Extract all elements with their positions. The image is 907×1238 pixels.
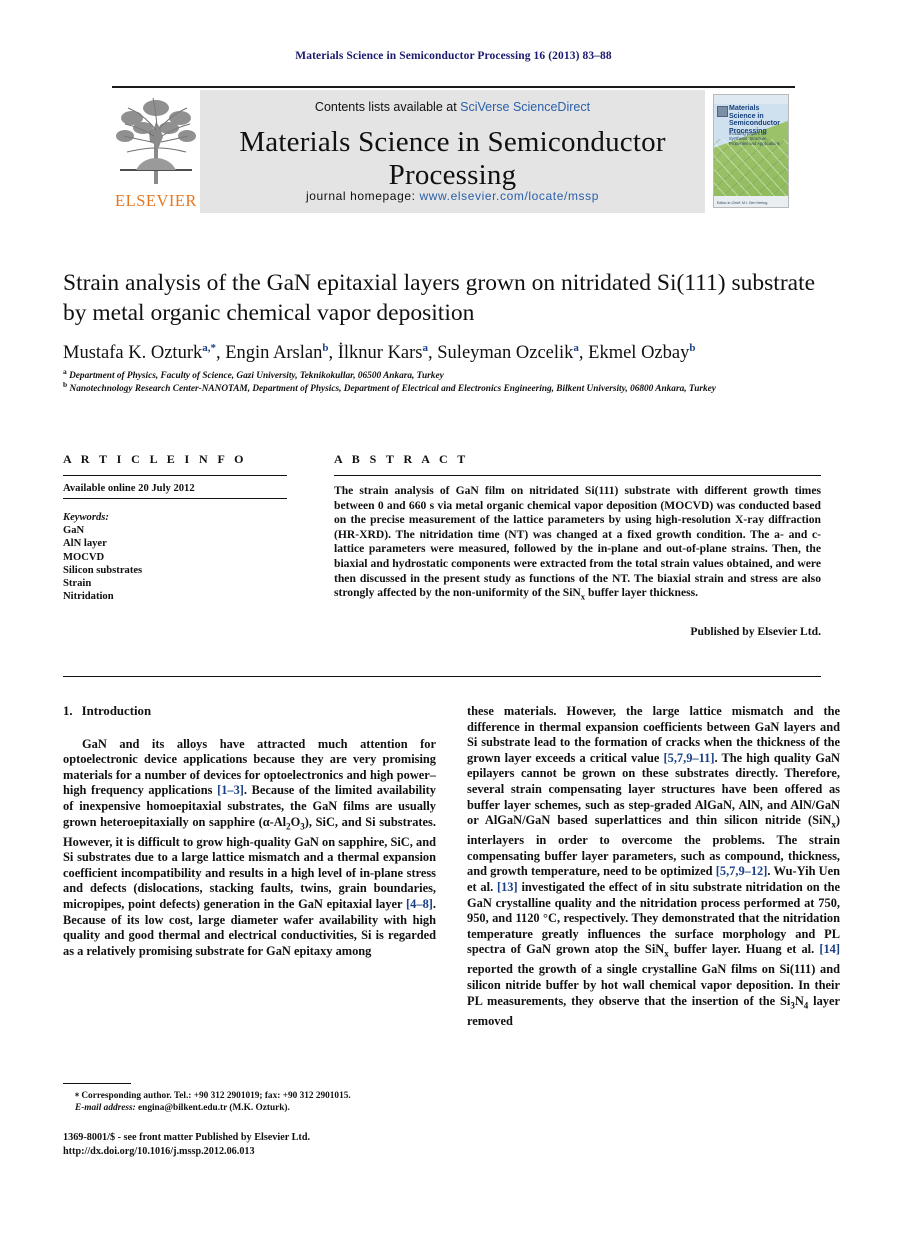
author-5[interactable]: Ekmel Ozbayb — [588, 342, 696, 364]
cover-top-band — [714, 95, 788, 104]
journal-homepage-line: journal homepage: www.elsevier.com/locat… — [200, 189, 705, 203]
author-2-sup: b — [322, 342, 329, 354]
affiliation-b-label: b — [63, 380, 68, 389]
journal-masthead: ELSEVIER Contents lists available at Sci… — [112, 86, 795, 213]
keyword-item: AlN layer — [63, 538, 107, 550]
article-info-rule-bottom — [63, 498, 287, 499]
footnote-block: ⁎ Corresponding author. Tel.: +90 312 29… — [63, 1088, 436, 1114]
keyword-item: Strain — [63, 578, 92, 590]
journal-cover-thumbnail: Materials Science in Semiconductor Proce… — [705, 90, 795, 213]
abstract-heading: A B S T R A C T — [334, 452, 469, 466]
citation-ref[interactable]: [1–3] — [217, 783, 244, 797]
author-3[interactable]: İlknur Karsa — [337, 342, 429, 364]
issn-copyright-line: 1369-8001/$ - see front matter Published… — [63, 1132, 311, 1143]
citation-ref[interactable]: [5,7,9–12] — [716, 864, 768, 878]
email-address[interactable]: engina@bilkent.edu.tr (M.K. Ozturk). — [136, 1103, 290, 1113]
sciencedirect-banner: Contents lists available at SciVerse Sci… — [200, 90, 705, 213]
author-4-name: Suleyman Ozcelik — [437, 343, 574, 364]
footnote-rule — [63, 1083, 131, 1084]
citation-ref[interactable]: [4–8] — [406, 897, 433, 911]
article-title: Strain analysis of the GaN epitaxial lay… — [63, 270, 816, 326]
abstract-text: The strain analysis of GaN film on nitri… — [334, 484, 821, 604]
published-by: Published by Elsevier Ltd. — [690, 625, 821, 638]
journal-article-page: Materials Science in Semiconductor Proce… — [0, 0, 907, 1238]
keyword-item: Silicon substrates — [63, 564, 143, 576]
contents-available-line: Contents lists available at SciVerse Sci… — [200, 100, 705, 114]
author-1[interactable]: Mustafa K. Ozturka,* — [63, 342, 216, 364]
corresponding-author-text: Corresponding author. Tel.: +90 312 2901… — [81, 1091, 351, 1101]
author-5-name: Ekmel Ozbay — [588, 343, 690, 364]
citation-ref[interactable]: [14] — [819, 942, 840, 956]
elsevier-wordmark: ELSEVIER — [115, 191, 197, 210]
keyword-item: MOCVD — [63, 551, 105, 563]
contents-prefix: Contents lists available at — [314, 100, 461, 114]
email-label: E-mail address: — [75, 1103, 136, 1113]
author-4[interactable]: Suleyman Ozcelika — [437, 342, 579, 364]
available-online: Available online 20 July 2012 — [63, 483, 195, 494]
author-3-name: İlknur Kars — [337, 343, 423, 364]
author-1-name: Mustafa K. Ozturk — [63, 343, 203, 364]
text-run: buffer layer. Huang et al. — [668, 942, 820, 957]
cover-footer-text: Editor-in-Chief: M.I. Den Hertog — [717, 201, 768, 205]
keywords-block: Keywords: GaN AlN layer MOCVD Silicon su… — [63, 511, 142, 603]
section-heading-introduction: 1. Introduction — [63, 704, 436, 720]
running-head: Materials Science in Semiconductor Proce… — [295, 50, 612, 62]
text-run: ), SiC, and Si substrates. However, it i… — [63, 814, 436, 911]
affiliation-b-text: Nanotechnology Research Center-NANOTAM, … — [69, 384, 716, 395]
keyword-item: GaN — [63, 525, 85, 537]
text-run: O — [290, 814, 301, 829]
article-info-rule-top — [63, 475, 287, 476]
abstract-part-1: The strain analysis of GaN film on nitri… — [334, 484, 821, 600]
elsevier-tree-icon — [116, 97, 196, 184]
abstract-part-2: buffer layer thickness. — [585, 586, 699, 600]
author-2-name: Engin Arslan — [225, 343, 323, 364]
citation-ref[interactable]: [5,7,9–11] — [664, 751, 715, 765]
text-run: reported the growth of a single crystall… — [467, 962, 840, 1008]
elsevier-logo: ELSEVIER — [112, 90, 200, 213]
author-3-sup: a — [422, 342, 429, 354]
paragraph-right-1: these materials. However, the large latt… — [467, 704, 840, 1029]
article-info-heading: A R T I C L E I N F O — [63, 452, 247, 466]
homepage-prefix: journal homepage: — [305, 189, 420, 203]
cover-image: Materials Science in Semiconductor Proce… — [713, 94, 789, 208]
doi-link[interactable]: http://dx.doi.org/10.1016/j.mssp.2012.06… — [63, 1145, 463, 1159]
author-4-sup: a — [573, 342, 579, 354]
author-list: Mustafa K. Ozturka,*, Engin Arslanb, İlk… — [63, 342, 696, 364]
author-1-sup: a,* — [202, 342, 216, 354]
section-divider-rule — [63, 676, 821, 677]
email-note: E-mail address: engina@bilkent.edu.tr (M… — [63, 1102, 436, 1114]
corresponding-author-note: ⁎ Corresponding author. Tel.: +90 312 29… — [63, 1088, 436, 1102]
cover-texture — [714, 139, 788, 197]
paragraph-left-1: GaN and its alloys have attracted much a… — [63, 737, 436, 960]
author-5-sup: b — [689, 342, 696, 354]
section-number: 1. — [63, 704, 73, 718]
affiliation-b: b Nanotechnology Research Center-NANOTAM… — [63, 379, 853, 396]
footnote-marker: ⁎ — [75, 1089, 79, 1098]
section-title: Introduction — [81, 704, 152, 718]
body-column-left: 1. Introduction GaN and its alloys have a… — [63, 704, 436, 959]
abstract-rule-top — [334, 475, 821, 476]
citation-ref[interactable]: [13] — [497, 880, 518, 894]
body-column-right: these materials. However, the large latt… — [467, 704, 840, 1029]
affiliation-a-label: a — [63, 367, 67, 376]
keywords-label: Keywords: — [63, 512, 109, 523]
journal-title: Materials Science in Semiconductor Proce… — [239, 126, 666, 191]
front-matter-block: 1369-8001/$ - see front matter Published… — [63, 1131, 463, 1158]
text-run: N — [794, 993, 804, 1008]
cover-badge-icon — [717, 106, 728, 117]
sciencedirect-link[interactable]: SciVerse ScienceDirect — [460, 100, 590, 114]
keyword-item: Nitridation — [63, 591, 114, 603]
journal-homepage-link[interactable]: www.elsevier.com/locate/mssp — [420, 189, 600, 203]
author-2[interactable]: Engin Arslanb — [225, 342, 329, 364]
